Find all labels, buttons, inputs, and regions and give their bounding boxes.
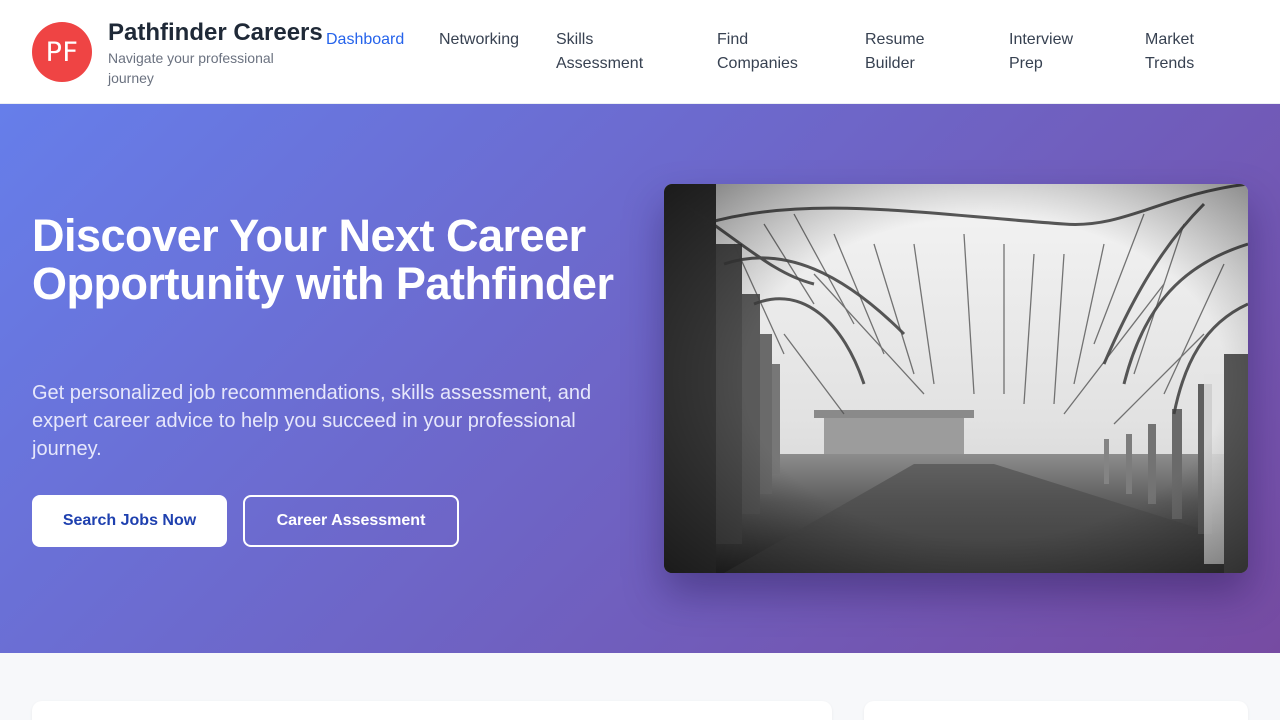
hero-title: Discover Your Next Career Opportunity wi… [32,210,614,309]
nav-market-trends[interactable]: Market Trends [1145,28,1225,76]
career-assessment-button[interactable]: Career Assessment [243,495,459,547]
hero-image-orchard [664,184,1248,573]
content-card-side [864,701,1248,720]
nav-dashboard[interactable]: Dashboard [326,28,404,52]
top-header: PF Pathfinder Careers Navigate your prof… [0,0,1280,104]
brand-logo[interactable]: PF [32,22,92,82]
hero-subtitle: Get personalized job recommendations, sk… [32,382,592,460]
nav-networking[interactable]: Networking [439,28,519,52]
nav-find-companies[interactable]: Find Companies [717,28,817,76]
brand-tagline: Navigate your professional journey [108,50,274,86]
brand-name[interactable]: Pathfinder Careers [108,19,323,47]
content-card-main [32,701,832,720]
nav-skills-assessment[interactable]: Skills Assessment [556,28,666,76]
orchard-photo [664,184,1248,573]
content-section [0,653,1280,720]
nav-interview-prep[interactable]: Interview Prep [1009,28,1099,76]
nav-resume-builder[interactable]: Resume Builder [865,28,945,76]
search-jobs-button[interactable]: Search Jobs Now [32,495,227,547]
hero-section: Discover Your Next Career Opportunity wi… [0,104,1280,653]
